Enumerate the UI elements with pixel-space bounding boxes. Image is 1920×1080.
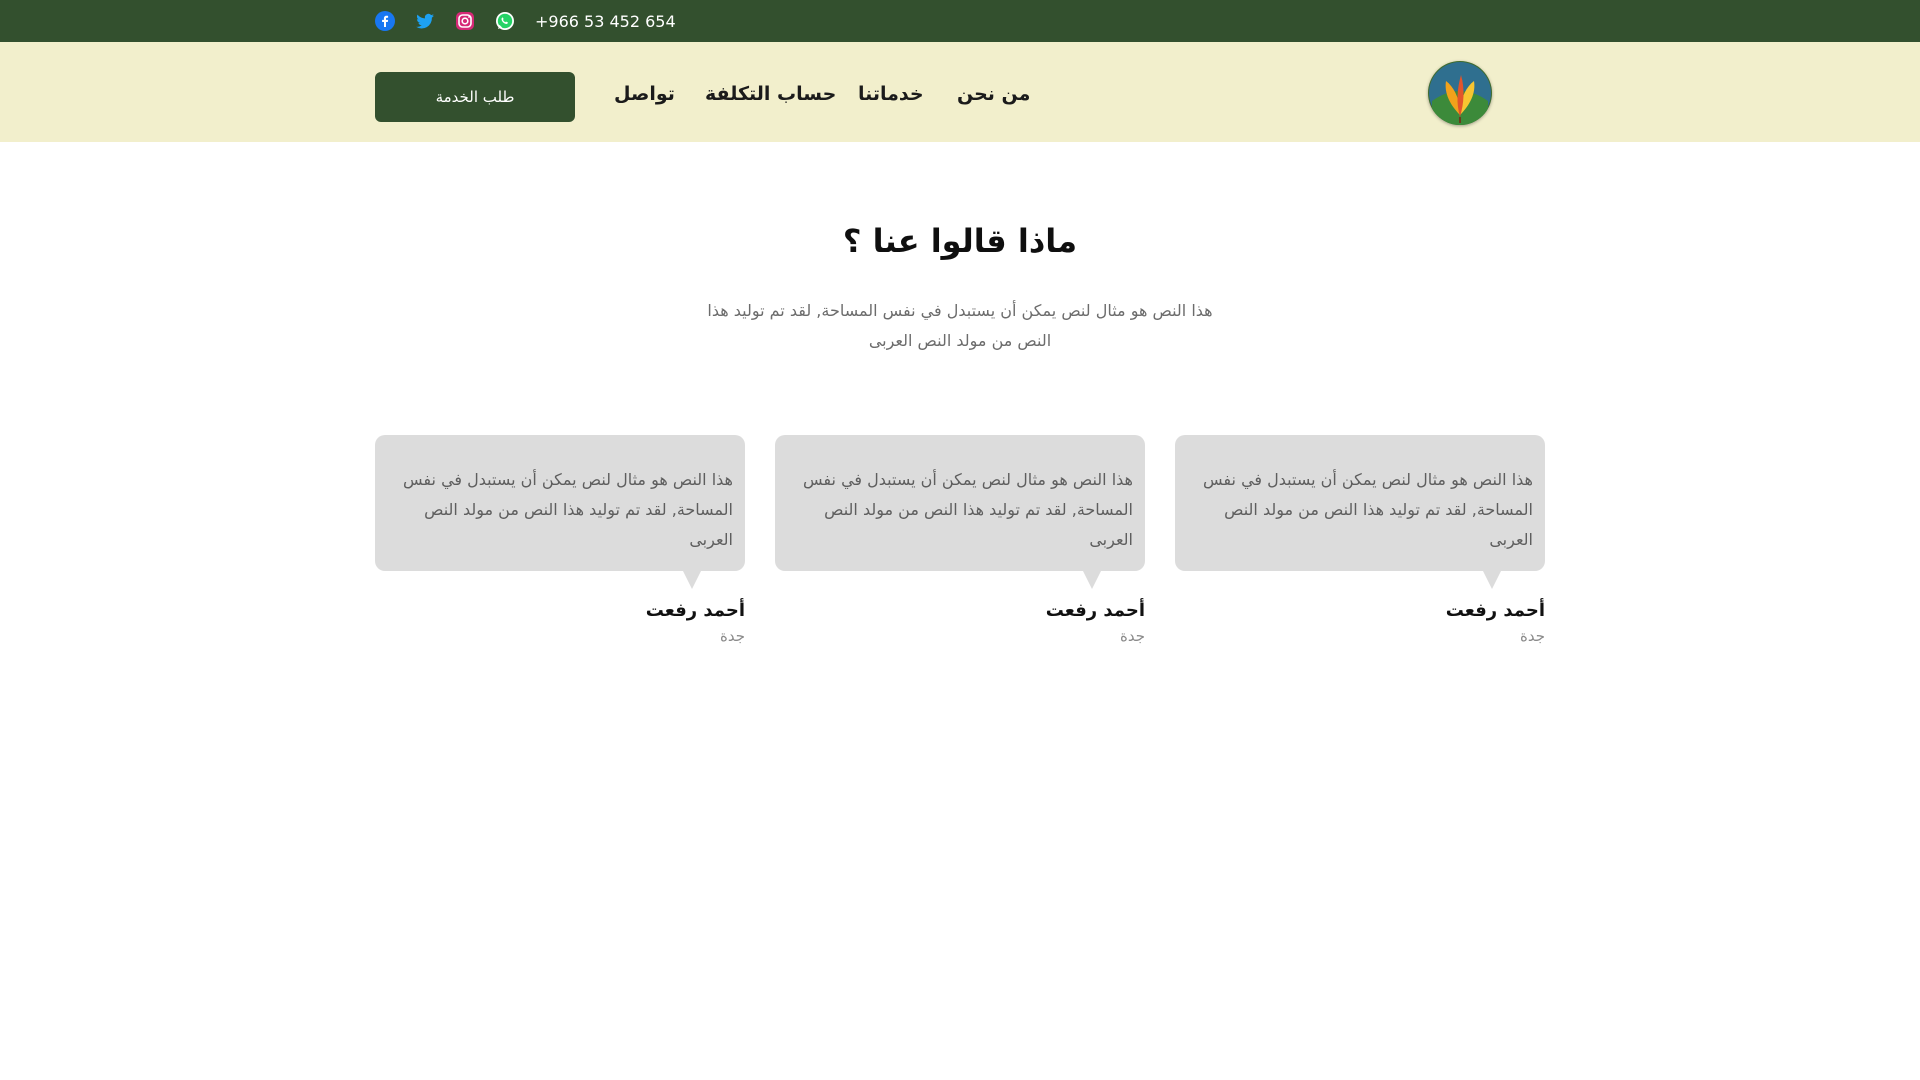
nav-item-cost-calculator[interactable]: حساب التكلفة (705, 78, 836, 110)
facebook-icon[interactable] (375, 11, 395, 31)
bubble-tail (683, 571, 701, 589)
testimonial-quote-bubble: هذا النص هو مثال لنص يمكن أن يستبدل في ن… (775, 435, 1145, 589)
instagram-icon[interactable] (455, 11, 475, 31)
testimonial-author-city: جدة (1519, 627, 1545, 645)
twitter-icon[interactable] (415, 11, 435, 31)
testimonial-author-name: أحمد رفعت (1045, 600, 1145, 621)
testimonial-card: هذا النص هو مثال لنص يمكن أن يستبدل في ن… (775, 435, 1145, 645)
whatsapp-icon[interactable] (495, 11, 515, 31)
main-navbar: طلب الخدمة تواصل حساب التكلفة خدماتنا من… (0, 42, 1920, 142)
nav-item-contact[interactable]: تواصل (614, 78, 675, 110)
testimonial-quote-text: هذا النص هو مثال لنص يمكن أن يستبدل في ن… (803, 470, 1133, 549)
contact-links: +966 53 452 654 (375, 0, 676, 42)
plant-logo-icon[interactable] (1428, 61, 1492, 125)
testimonial-author-name: أحمد رفعت (1445, 600, 1545, 621)
request-service-button[interactable]: طلب الخدمة (375, 72, 575, 122)
testimonial-quote-text: هذا النص هو مثال لنص يمكن أن يستبدل في ن… (403, 470, 733, 549)
nav-item-services[interactable]: خدماتنا (858, 78, 924, 110)
testimonial-author-city: جدة (1119, 627, 1145, 645)
bubble-tail (1083, 571, 1101, 589)
nav-item-about[interactable]: من نحن (957, 78, 1030, 110)
testimonial-quote-bubble: هذا النص هو مثال لنص يمكن أن يستبدل في ن… (1175, 435, 1545, 589)
bubble-tail (1483, 571, 1501, 589)
testimonial-author-city: جدة (719, 627, 745, 645)
top-bar: +966 53 452 654 (0, 0, 1920, 42)
testimonial-card: هذا النص هو مثال لنص يمكن أن يستبدل في ن… (375, 435, 745, 645)
testimonial-quote-text: هذا النص هو مثال لنص يمكن أن يستبدل في ن… (1203, 470, 1533, 549)
phone-number[interactable]: +966 53 452 654 (535, 12, 676, 31)
testimonial-card: هذا النص هو مثال لنص يمكن أن يستبدل في ن… (1175, 435, 1545, 645)
testimonial-quote-bubble: هذا النص هو مثال لنص يمكن أن يستبدل في ن… (375, 435, 745, 589)
testimonials-subtitle: هذا النص هو مثال لنص يمكن أن يستبدل في ن… (707, 301, 1213, 350)
testimonials-title: ماذا قالوا عنا ؟ (842, 222, 1078, 260)
testimonial-author-name: أحمد رفعت (645, 600, 745, 621)
